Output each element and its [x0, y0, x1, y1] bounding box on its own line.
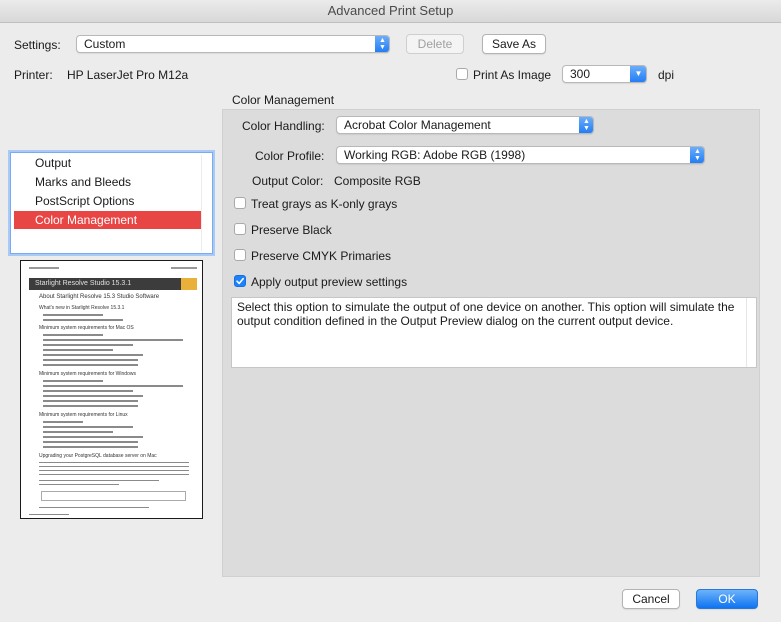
preview-text-line [43, 385, 183, 387]
color-handling-popup[interactable]: Acrobat Color Management ▲ ▼ [336, 116, 594, 134]
preview-text-line [39, 480, 159, 481]
chevron-updown-icon: ▲ ▼ [579, 117, 593, 133]
preview-heading: What's new in Starlight Resolve 15.3.1 [39, 305, 125, 311]
output-color-value: Composite RGB [334, 174, 421, 188]
preview-header-mark [29, 267, 59, 269]
preview-heading: Minimum system requirements for Mac OS [39, 325, 134, 331]
checkmark-icon [236, 277, 244, 285]
description-text: Select this option to simulate the outpu… [231, 297, 757, 368]
preview-text-line [43, 349, 113, 351]
preview-table-row [41, 491, 186, 501]
preview-text-line [39, 507, 149, 508]
settings-popup[interactable]: Custom ▲ ▼ [76, 35, 390, 53]
preview-text-line [39, 462, 189, 463]
preview-text-line [43, 390, 133, 392]
preview-text-line [43, 400, 138, 402]
preview-text-line [43, 334, 103, 336]
preview-text-line [43, 426, 133, 428]
preview-heading: Minimum system requirements for Windows [39, 371, 136, 377]
description-scrollbar[interactable] [746, 298, 756, 367]
dpi-combo[interactable]: 300 ▼ [562, 65, 647, 83]
sidebar-item-color-management[interactable]: Color Management [14, 211, 201, 229]
output-color-label: Output Color: [252, 174, 324, 188]
preview-heading: Upgrading your PostgreSQL database serve… [39, 453, 157, 459]
preview-text-line [43, 395, 143, 397]
preserve-black-label: Preserve Black [251, 223, 332, 237]
printer-name: HP LaserJet Pro M12a [67, 68, 189, 82]
chevron-updown-icon: ▲ ▼ [690, 147, 704, 163]
preview-text-line [39, 474, 189, 475]
chevron-down-icon: ▼ [630, 66, 646, 82]
treat-grays-checkbox[interactable] [234, 197, 246, 209]
print-as-image-label: Print As Image [473, 68, 552, 82]
color-profile-label: Color Profile: [255, 149, 325, 163]
preview-text-line [43, 314, 103, 316]
cancel-button[interactable]: Cancel [622, 589, 680, 609]
preview-text-line [43, 405, 138, 407]
color-profile-value: Working RGB: Adobe RGB (1998) [344, 148, 526, 162]
sidebar-item-marks-and-bleeds[interactable]: Marks and Bleeds [14, 173, 201, 191]
preview-text-line [43, 344, 133, 346]
preview-text-line [43, 421, 83, 423]
page-preview: Starlight Resolve Studio 15.3.1 About St… [20, 260, 203, 519]
preview-heading: Minimum system requirements for Linux [39, 412, 128, 418]
printer-label: Printer: [14, 68, 53, 82]
treat-grays-label: Treat grays as K-only grays [251, 197, 398, 211]
description-content: Select this option to simulate the outpu… [237, 300, 735, 328]
window-title: Advanced Print Setup [0, 0, 781, 23]
settings-label: Settings: [14, 38, 61, 52]
preview-text-line [39, 466, 189, 467]
sidebar-scrollbar[interactable] [201, 155, 210, 251]
dpi-unit-label: dpi [658, 68, 675, 82]
preview-text-line [43, 319, 123, 321]
preview-text-line [43, 359, 138, 361]
ok-button[interactable]: OK [696, 589, 758, 609]
apply-output-preview-label: Apply output preview settings [251, 275, 408, 289]
settings-value: Custom [84, 37, 126, 51]
save-as-button[interactable]: Save As [482, 34, 546, 54]
apply-output-preview-checkbox[interactable] [234, 275, 246, 287]
preview-heading: About Starlight Resolve 15.3 Studio Soft… [39, 294, 160, 300]
sidebar-item-output[interactable]: Output [14, 154, 201, 172]
preview-text-line [39, 470, 189, 471]
color-handling-label: Color Handling: [242, 119, 325, 133]
preview-header-mark [171, 267, 197, 269]
preview-footer-line [29, 514, 69, 515]
preview-text-line [43, 364, 138, 366]
color-handling-value: Acrobat Color Management [344, 118, 491, 132]
preserve-cmyk-checkbox[interactable] [234, 249, 246, 261]
preview-text-line [39, 484, 119, 485]
section-title: Color Management [232, 93, 335, 107]
sidebar-item-postscript-options[interactable]: PostScript Options [14, 192, 201, 210]
print-as-image-checkbox[interactable] [456, 68, 468, 80]
preview-text-line [43, 380, 103, 382]
preview-text-line [43, 431, 113, 433]
preview-text-line [43, 441, 138, 443]
color-profile-popup[interactable]: Working RGB: Adobe RGB (1998) ▲ ▼ [336, 146, 705, 164]
delete-button[interactable]: Delete [406, 34, 464, 54]
preview-text-line [43, 446, 138, 448]
preserve-black-checkbox[interactable] [234, 223, 246, 235]
preview-text-line [43, 354, 143, 356]
preview-title-accent [181, 278, 197, 290]
preview-text-line [43, 339, 183, 341]
preserve-cmyk-label: Preserve CMYK Primaries [251, 249, 392, 263]
dpi-value: 300 [570, 67, 591, 81]
preview-title: Starlight Resolve Studio 15.3.1 [35, 280, 132, 287]
preview-text-line [43, 436, 143, 438]
sidebar-list[interactable]: Output Marks and Bleeds PostScript Optio… [10, 152, 213, 254]
chevron-updown-icon: ▲ ▼ [375, 36, 389, 52]
